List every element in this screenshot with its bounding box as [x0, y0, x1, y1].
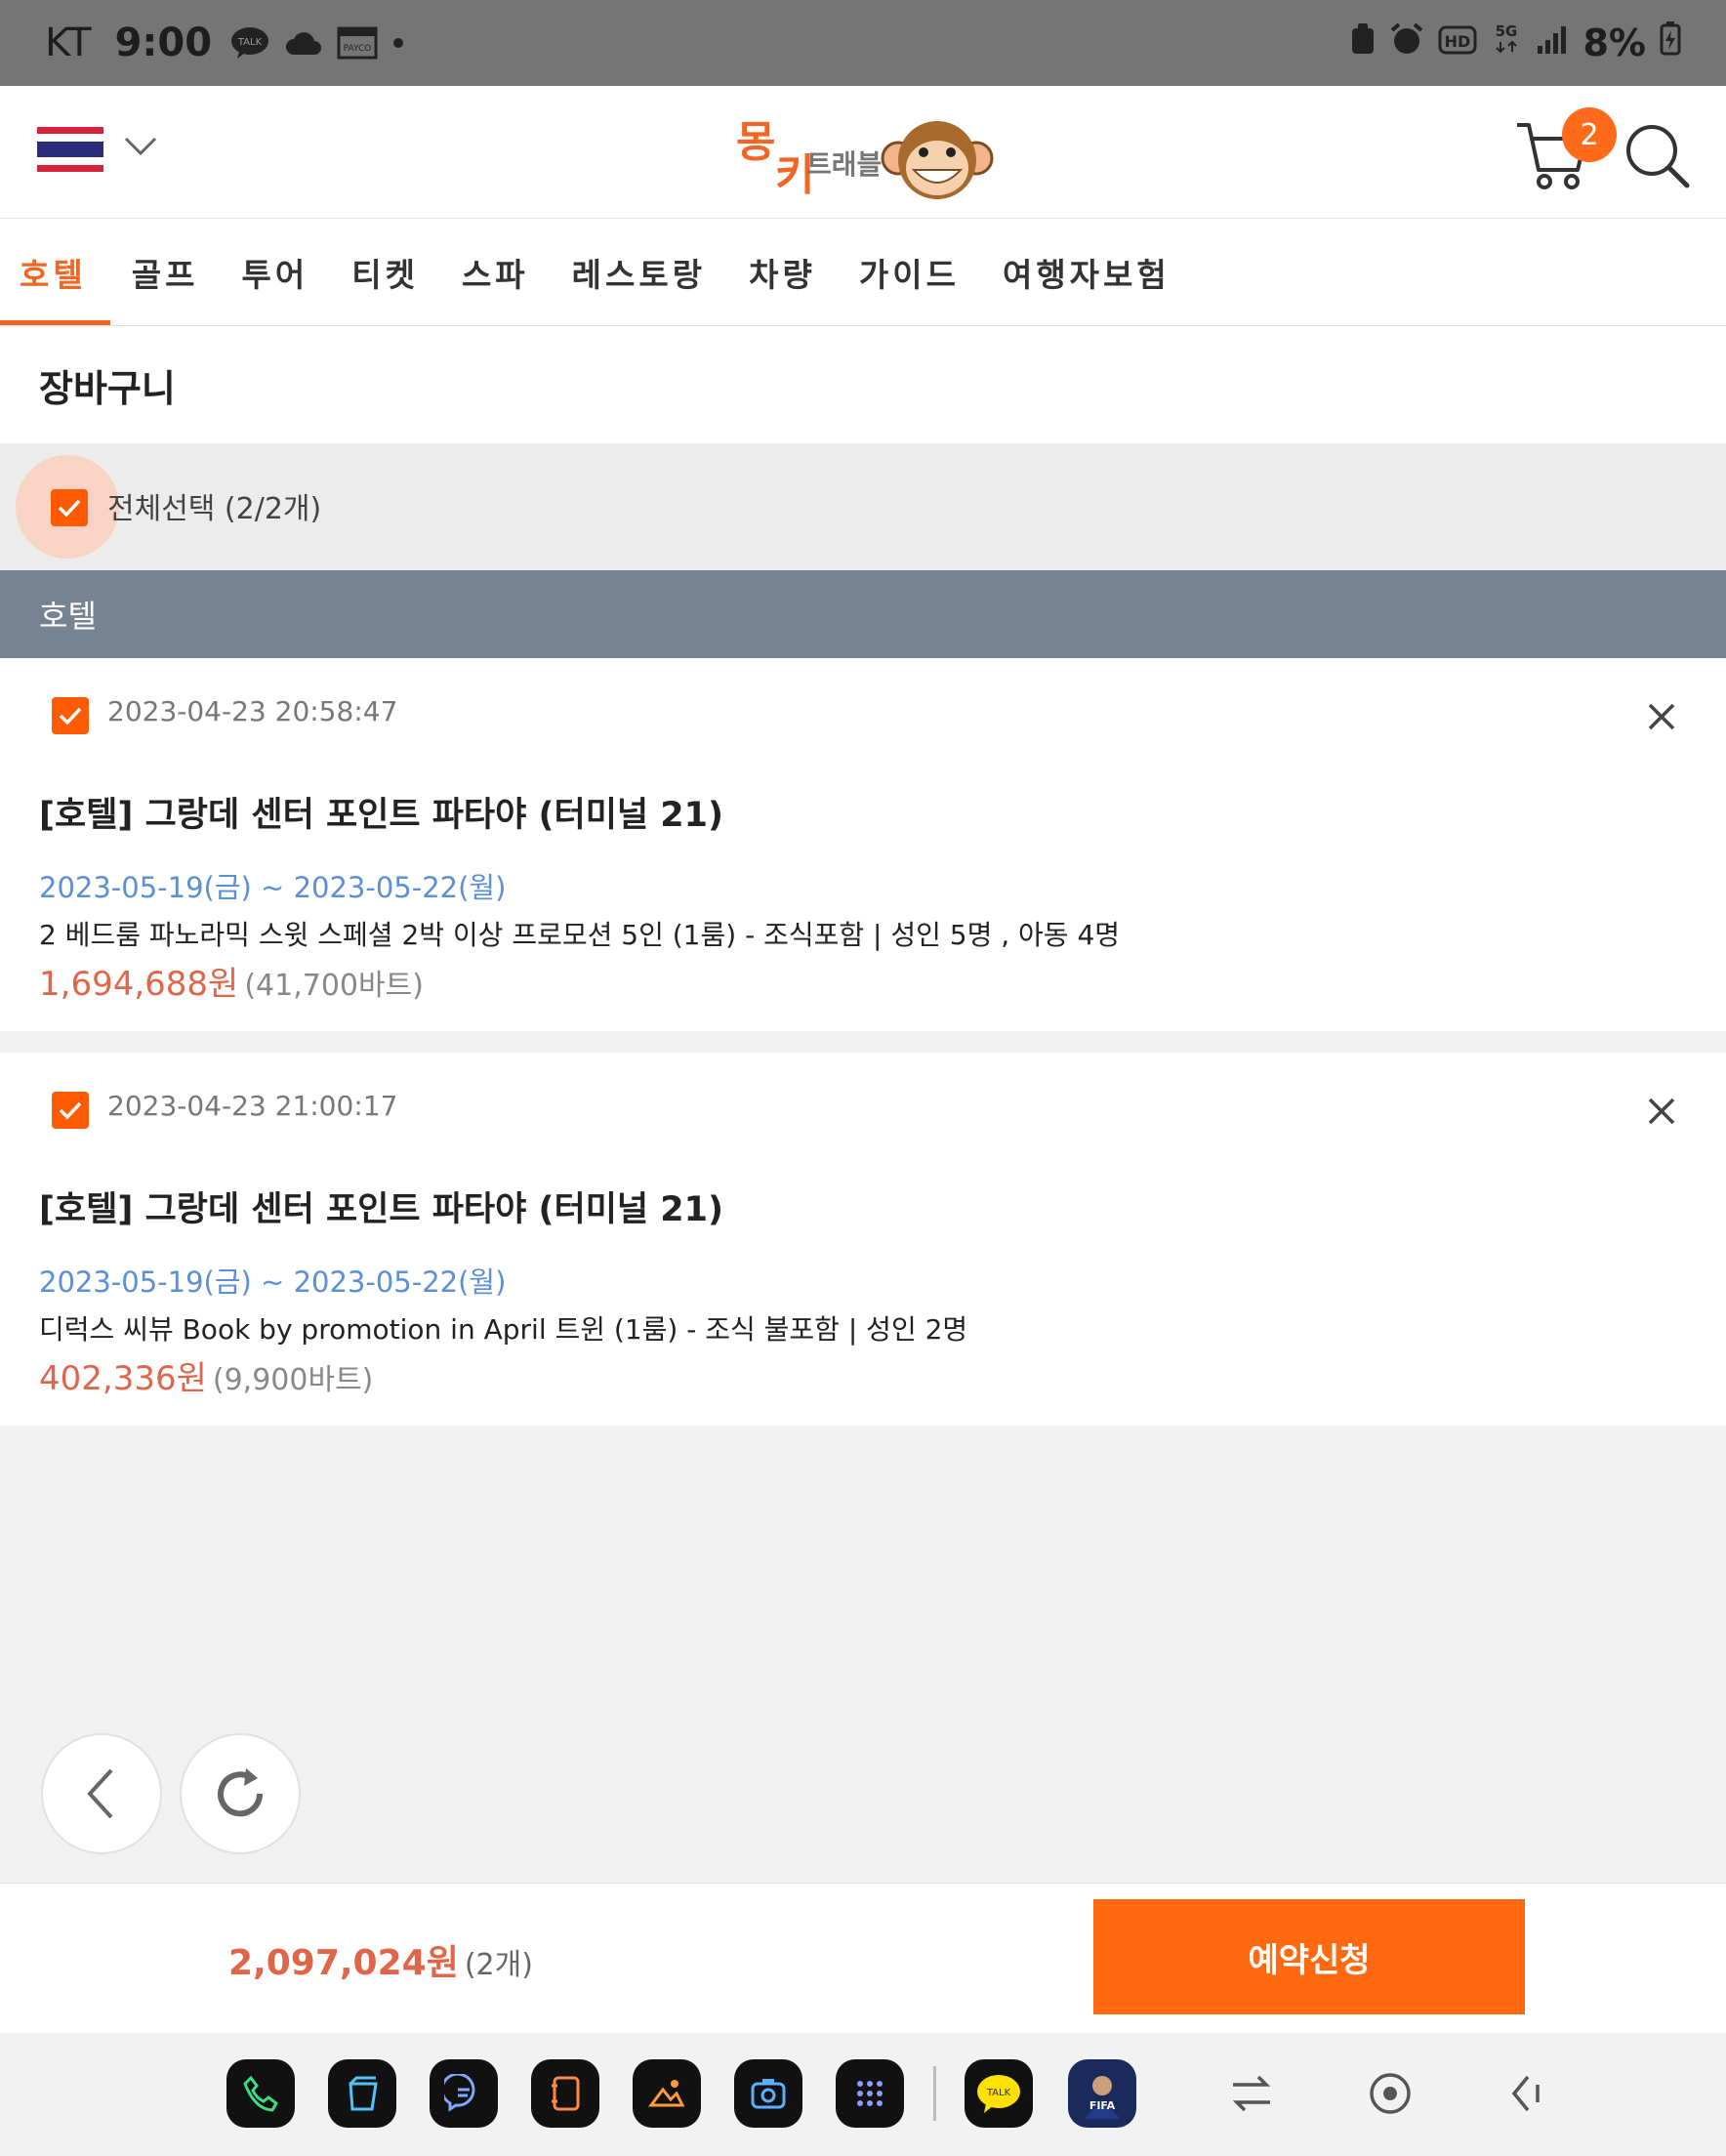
tab-restaurant[interactable]: 레스토랑 [551, 219, 727, 325]
select-all-row: 전체선택 (2/2개) [0, 443, 1726, 570]
item-name[interactable]: [호텔] 그랑데 센터 포인트 파타야 (터미널 21) [39, 787, 723, 837]
total-bar: 2,097,024원 (2개) 예약신청 [0, 1883, 1726, 2033]
monkey-logo-icon[interactable]: 몽 키 트래블 [732, 105, 996, 203]
item-price-krw: 1,694,688원 [39, 965, 239, 1004]
close-icon[interactable] [1646, 701, 1677, 732]
item-name[interactable]: [호텔] 그랑데 센터 포인트 파타야 (터미널 21) [39, 1182, 723, 1231]
checkbox-icon [59, 707, 82, 726]
item-added-time: 2023-04-23 21:00:17 [107, 1090, 398, 1122]
page: KT 9:00 TALK PAYCO HD 5G 8% 몽 키 트래블 2 호텔… [0, 0, 1726, 2156]
camera-app-icon[interactable] [734, 2059, 802, 2128]
alarm-icon [1389, 21, 1424, 65]
talk-icon: TALK [229, 26, 270, 60]
contacts-app-icon[interactable] [531, 2059, 599, 2128]
item-checkbox[interactable] [52, 697, 89, 734]
select-all-label[interactable]: 전체선택 (2/2개) [107, 484, 321, 527]
section-header-hotel: 호텔 [0, 570, 1726, 658]
refresh-icon [218, 1768, 264, 1817]
cart-item: 2023-04-23 20:58:47 [호텔] 그랑데 센터 포인트 파타야 … [0, 658, 1726, 1031]
search-icon[interactable] [1623, 121, 1693, 191]
nav-back-icon[interactable] [1498, 2062, 1560, 2125]
tab-guide[interactable]: 가이드 [838, 219, 981, 325]
item-price-baht: (41,700바트) [244, 969, 424, 1003]
app-drawer-icon[interactable] [836, 2059, 904, 2128]
page-header: 장바구니 [0, 326, 1726, 443]
cart-badge: 2 [1562, 107, 1617, 162]
select-all-checkbox[interactable] [51, 489, 88, 526]
home-button-icon[interactable] [1359, 2062, 1421, 2125]
svg-text:트래블: 트래블 [806, 148, 882, 181]
signal-icon [1536, 21, 1569, 65]
gallery-app-icon[interactable] [633, 2059, 701, 2128]
item-price: 402,336원 (9,900바트) [39, 1351, 373, 1399]
svg-text:HD: HD [1445, 32, 1471, 51]
item-description: 2 베드룸 파노라믹 스윗 스페셜 2박 이상 프로모션 5인 (1룸) - 조… [39, 919, 1121, 951]
refresh-button[interactable] [180, 1733, 301, 1854]
page-title: 장바구니 [39, 366, 176, 410]
item-dates: 2023-05-19(금) ~ 2023-05-22(월) [39, 871, 507, 904]
system-taskbar: TALK FIFA [0, 2033, 1726, 2156]
notification-dot-icon [391, 36, 405, 50]
svg-text:몽: 몽 [736, 117, 775, 167]
notes-app-icon[interactable] [328, 2059, 396, 2128]
item-added-time: 2023-04-23 20:58:47 [107, 695, 398, 727]
status-right: HD 5G 8% [1350, 21, 1681, 65]
checkbox-icon [58, 499, 81, 518]
checkbox-icon [59, 1101, 82, 1120]
tab-spa[interactable]: 스파 [440, 219, 551, 325]
svg-text:PAYCO: PAYCO [344, 44, 372, 54]
battery-text: 8% [1582, 21, 1646, 64]
reserve-button[interactable]: 예약신청 [1093, 1899, 1525, 2014]
tab-hotel[interactable]: 호텔 [0, 219, 110, 325]
item-price-baht: (9,900바트) [212, 1363, 374, 1397]
battery-icon [1660, 21, 1681, 65]
status-bar: KT 9:00 TALK PAYCO HD 5G 8% [0, 0, 1726, 86]
cloud-icon [284, 29, 323, 57]
lock-sync-icon [1350, 21, 1376, 65]
taskbar-divider [933, 2066, 936, 2121]
close-icon[interactable] [1646, 1096, 1677, 1127]
kakaotalk-app-icon[interactable]: TALK [965, 2059, 1033, 2128]
hd-icon: HD [1438, 21, 1477, 65]
5g-icon: 5G [1491, 21, 1522, 65]
thai-flag-icon[interactable] [37, 127, 103, 172]
tab-tour[interactable]: 투어 [220, 219, 330, 325]
total-count: (2개) [464, 1948, 533, 1982]
item-checkbox[interactable] [52, 1092, 89, 1129]
item-description: 디럭스 씨뷰 Book by promotion in April 트윈 (1룸… [39, 1313, 968, 1346]
tab-insurance[interactable]: 여행자보험 [981, 219, 1192, 325]
total-amount: 2,097,024원 (2개) [228, 1934, 533, 1985]
payco-icon: PAYCO [337, 26, 378, 60]
svg-text:FIFA: FIFA [1089, 2099, 1116, 2112]
category-tabs: 호텔 골프 투어 티켓 스파 레스토랑 차량 가이드 여행자보험 [0, 219, 1726, 326]
item-dates: 2023-05-19(금) ~ 2023-05-22(월) [39, 1265, 507, 1299]
tab-golf[interactable]: 골프 [110, 219, 221, 325]
carrier: KT [45, 21, 92, 65]
item-price-krw: 402,336원 [39, 1359, 207, 1398]
svg-text:TALK: TALK [237, 37, 263, 48]
phone-app-icon[interactable] [226, 2059, 295, 2128]
svg-text:TALK: TALK [986, 2088, 1011, 2098]
back-icon [87, 1768, 113, 1819]
cart-item: 2023-04-23 21:00:17 [호텔] 그랑데 센터 포인트 파타야 … [0, 1053, 1726, 1426]
recent-apps-icon[interactable] [1220, 2062, 1283, 2125]
fifa-app-icon[interactable]: FIFA [1068, 2059, 1136, 2128]
svg-text:5G: 5G [1496, 22, 1518, 40]
tab-vehicle[interactable]: 차량 [727, 219, 838, 325]
item-price: 1,694,688원 (41,700바트) [39, 957, 424, 1005]
clock: 9:00 [114, 21, 213, 65]
app-header: 몽 키 트래블 2 [0, 86, 1726, 219]
messages-app-icon[interactable] [430, 2059, 498, 2128]
tab-ticket[interactable]: 티켓 [330, 219, 440, 325]
chevron-down-icon[interactable] [123, 135, 158, 162]
total-price: 2,097,024원 [228, 1943, 459, 1983]
back-button[interactable] [41, 1733, 162, 1854]
